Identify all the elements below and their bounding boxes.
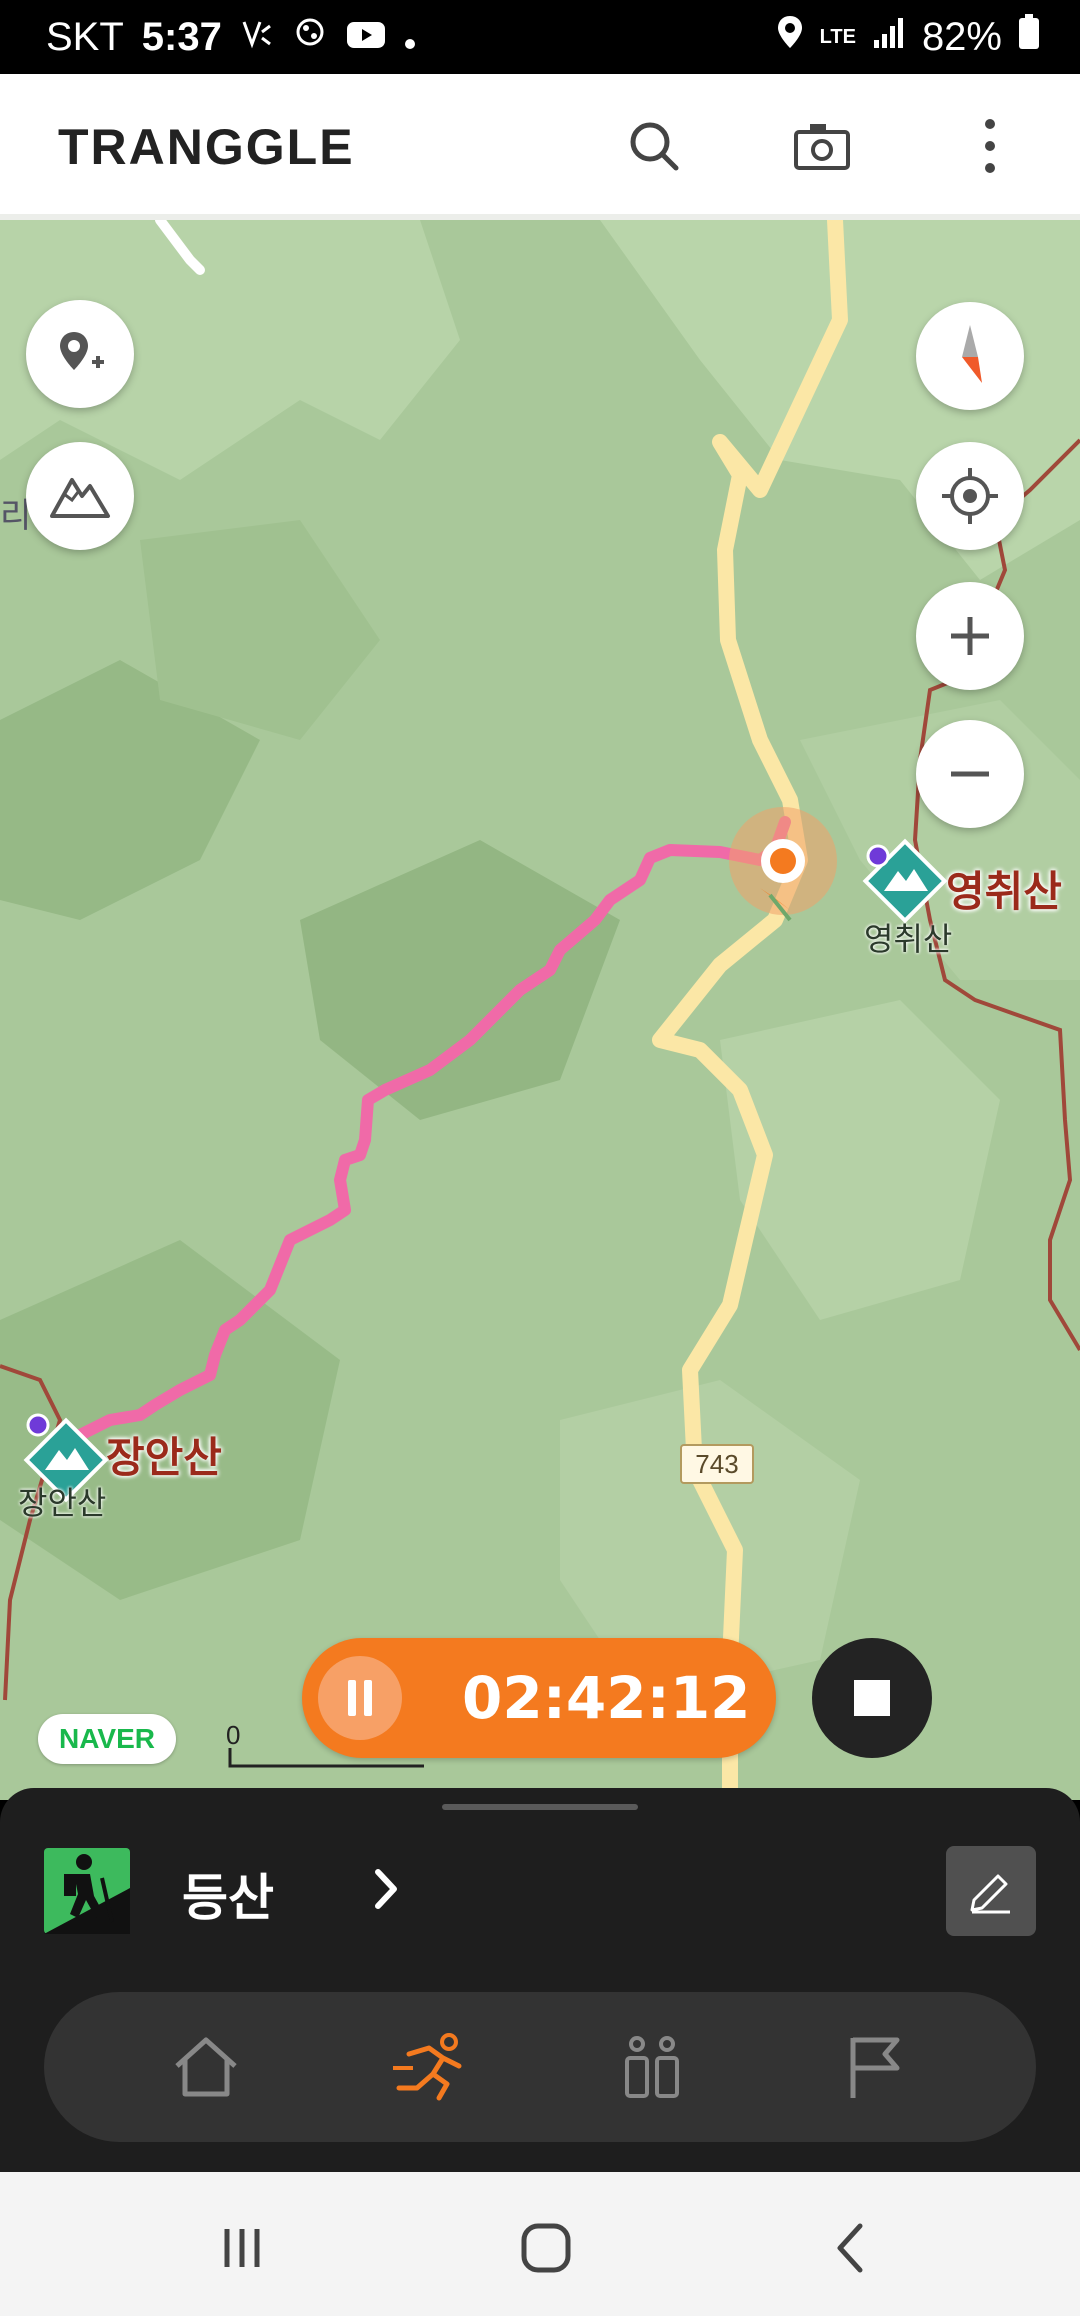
recording-timer[interactable]: 02:42:12 [302,1638,776,1758]
my-location-button[interactable] [916,442,1024,550]
recent-apps-icon[interactable] [202,2208,282,2288]
location-icon [776,14,804,60]
add-pin-icon [60,332,104,370]
plus-icon [951,617,989,655]
stop-button[interactable] [812,1638,932,1758]
map-view[interactable]: 영취산 영취산 장안산 장안산 743 리 NAVER 0 02:42:12 [0,220,1080,1800]
pause-button[interactable] [318,1656,402,1740]
bottom-sheet: 등산 [0,1788,1080,2172]
zoom-out-button[interactable] [916,720,1024,828]
road-number-badge: 743 [680,1444,754,1484]
peak-sublabel: 영취산 [864,920,953,958]
peak-sublabel: 장안산 [18,1484,107,1522]
bottom-tab-bar [44,1992,1036,2142]
activity-type-label[interactable]: 등산 [182,1858,274,1930]
peak-label[interactable]: 영취산 [946,858,1062,919]
tab-home[interactable] [151,2012,261,2122]
clock: 5:37 [141,14,222,59]
back-icon[interactable] [810,2208,890,2288]
pencil-icon [970,1874,1010,1914]
running-icon [392,2033,461,2101]
flag-icon [850,2037,899,2098]
carrier-label: SKT [46,14,124,59]
lte-icon: LTE [819,25,856,48]
hiking-icon [44,1848,130,1934]
compass-button[interactable] [916,302,1024,410]
peak-label[interactable]: 장안산 [106,1424,222,1485]
more-vertical-icon[interactable] [948,104,1032,188]
minus-icon [951,771,989,777]
map-terrain [0,220,1080,1800]
crosshair-icon [942,468,998,524]
youtube-icon [346,15,386,60]
tab-challenge[interactable] [820,2012,930,2122]
drag-handle[interactable] [442,1804,638,1810]
signal-icon [872,15,906,60]
stop-icon [854,1680,890,1716]
pause-icon [348,1680,372,1716]
camera-icon[interactable] [780,104,864,188]
add-location-button[interactable] [26,300,134,408]
battery-icon [1018,14,1040,60]
zoom-in-button[interactable] [916,582,1024,690]
home-icon [174,2037,237,2097]
elapsed-time: 02:42:12 [462,1664,751,1732]
tab-exercise[interactable] [374,2012,484,2122]
app-header: TRANGGLE [0,74,1080,220]
system-nav-bar [0,2172,1080,2316]
edit-button[interactable] [946,1846,1036,1936]
tab-community[interactable] [597,2012,707,2122]
mountain-button[interactable] [26,442,134,550]
home-nav-icon[interactable] [506,2208,586,2288]
compass-icon [962,325,982,383]
people-icon [624,2036,679,2098]
map-scale: 0 [226,1720,424,1768]
app-logo[interactable]: TRANGGLE [58,118,355,176]
network-speed-icon [240,15,274,60]
app-notification-icon [292,14,328,60]
dot-icon [404,15,416,60]
naver-logo: NAVER [38,1714,176,1764]
status-bar: SKT 5:37 LTE 82% [0,0,1080,74]
battery-level: 82% [921,14,1002,59]
chevron-right-icon[interactable] [372,1864,402,1918]
mountain-icon [50,478,110,518]
search-icon[interactable] [612,104,696,188]
